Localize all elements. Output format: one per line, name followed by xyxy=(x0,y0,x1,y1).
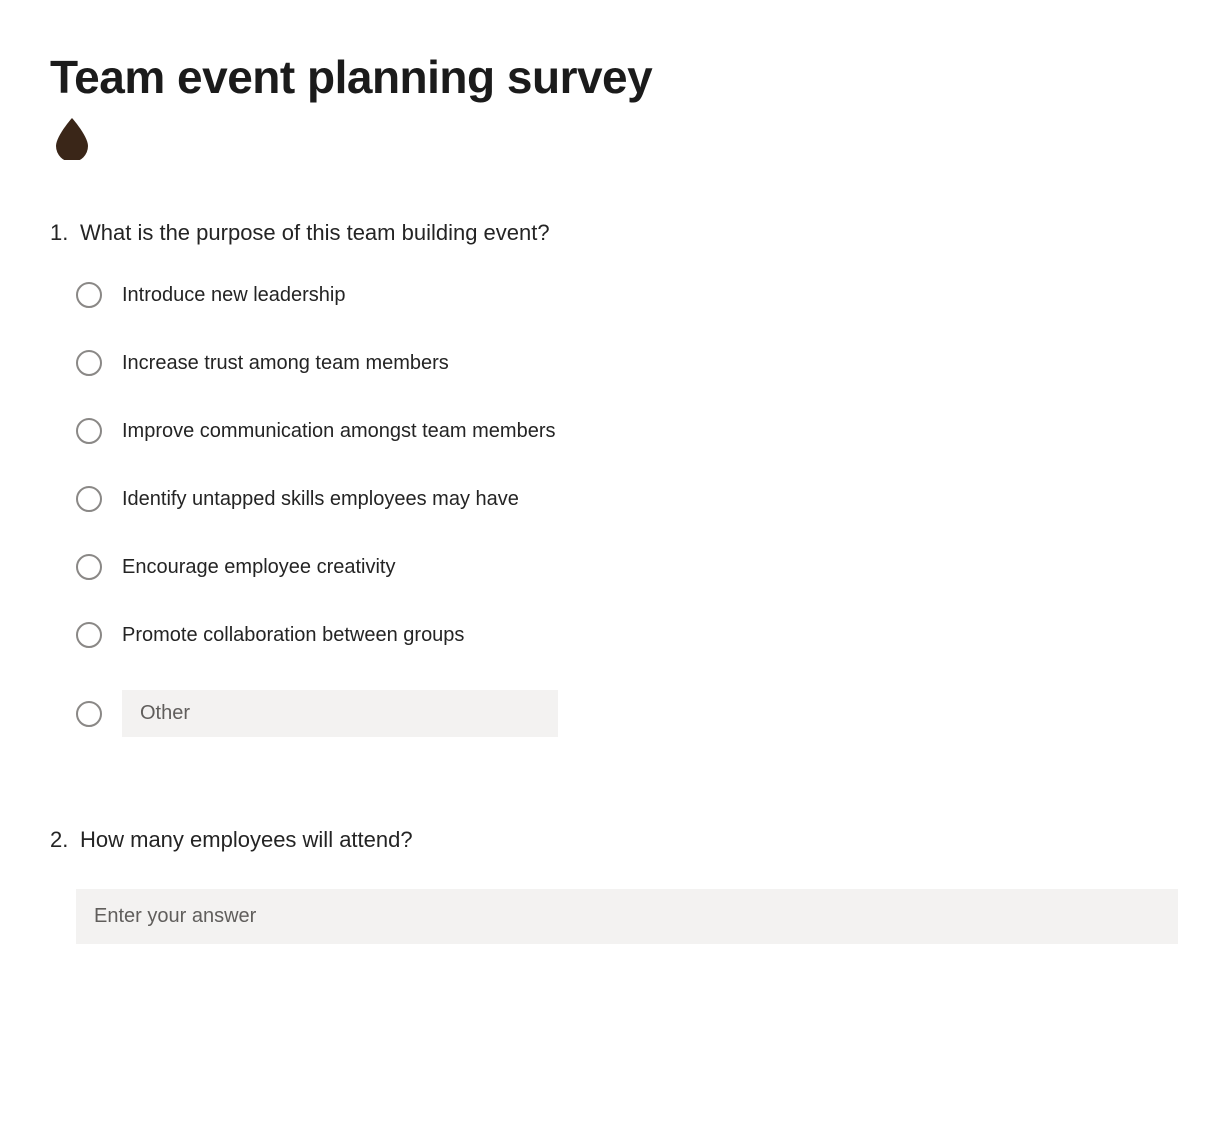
radio-button[interactable] xyxy=(76,554,102,580)
question-1: 1. What is the purpose of this team buil… xyxy=(50,220,1178,737)
drop-icon xyxy=(50,116,94,160)
form-title: Team event planning survey xyxy=(50,50,1178,104)
question-text: How many employees will attend? xyxy=(80,827,413,853)
question-number: 1. xyxy=(50,220,76,246)
radio-button[interactable] xyxy=(76,486,102,512)
option-row: Improve communication amongst team membe… xyxy=(76,418,1178,444)
question-text: What is the purpose of this team buildin… xyxy=(80,220,550,246)
option-label: Increase trust among team members xyxy=(122,352,449,375)
question-number: 2. xyxy=(50,827,76,853)
option-label: Improve communication amongst team membe… xyxy=(122,420,556,443)
option-row: Encourage employee creativity xyxy=(76,554,1178,580)
question-2: 2. How many employees will attend? xyxy=(50,827,1178,944)
option-label: Encourage employee creativity xyxy=(122,556,395,579)
radio-button[interactable] xyxy=(76,418,102,444)
option-row: Identify untapped skills employees may h… xyxy=(76,486,1178,512)
radio-button[interactable] xyxy=(76,282,102,308)
other-input[interactable] xyxy=(122,690,558,737)
option-row: Introduce new leadership xyxy=(76,282,1178,308)
option-other-row xyxy=(76,690,1178,737)
radio-button[interactable] xyxy=(76,622,102,648)
radio-button[interactable] xyxy=(76,350,102,376)
option-label: Identify untapped skills employees may h… xyxy=(122,488,519,511)
radio-button[interactable] xyxy=(76,701,102,727)
option-label: Promote collaboration between groups xyxy=(122,624,464,647)
option-row: Promote collaboration between groups xyxy=(76,622,1178,648)
option-row: Increase trust among team members xyxy=(76,350,1178,376)
answer-input[interactable] xyxy=(76,889,1178,944)
option-label: Introduce new leadership xyxy=(122,284,345,307)
